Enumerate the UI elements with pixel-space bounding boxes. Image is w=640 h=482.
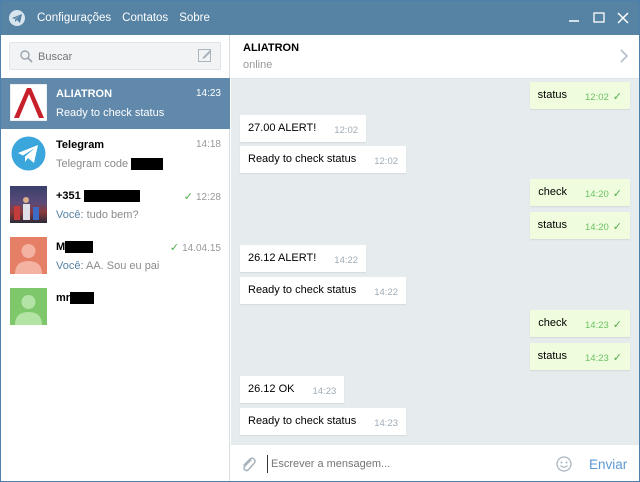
search-input[interactable]: [38, 48, 188, 66]
dialog-name: +351: [56, 190, 140, 203]
message-in: 26.12 OK 14:23: [240, 376, 345, 403]
menu-about[interactable]: Sobre: [179, 12, 210, 24]
message-input[interactable]: [267, 455, 537, 473]
dialog-telegram[interactable]: Telegram 14:18 Telegram code: [1, 129, 230, 180]
dialog-name: M: [56, 241, 94, 254]
message-composer: Enviar: [231, 444, 639, 481]
dialog-name: Telegram: [56, 139, 105, 151]
message-in: Ready to check status 14:23: [240, 408, 407, 435]
dialog-time: 14:18: [195, 139, 221, 150]
attach-icon[interactable]: [240, 455, 256, 476]
dialog-preview: Você: AA. Sou eu pai: [56, 260, 160, 272]
menu-contacts[interactable]: Contatos: [122, 12, 168, 24]
search-icon: [20, 50, 33, 66]
message-in: 27.00 ALERT! 12:02: [240, 115, 367, 142]
redaction: [70, 292, 95, 305]
read-check-icon: ✓: [612, 188, 622, 200]
peer-status: online: [243, 59, 273, 71]
photo-avatar: [10, 186, 47, 223]
dialog-aliatron[interactable]: ALIATRON 14:23 Ready to check status: [1, 78, 230, 129]
telegram-window: Configurações Contatos Sobre Buscar ALIA…: [0, 0, 640, 482]
message-in: Ready to check status 12:02: [240, 146, 407, 173]
dialog-preview: Ready to check status: [56, 107, 165, 119]
close-icon[interactable]: [615, 10, 631, 26]
dialog-list: ALIATRON 14:23 Ready to check status Tel…: [1, 78, 230, 333]
telegram-logo-icon: [9, 10, 25, 26]
message-out: status 14:20 ✓: [529, 212, 630, 239]
dialog-time: ✓ 14.04.15: [169, 242, 221, 254]
peer-name: ALIATRON: [243, 42, 300, 54]
message-out: status 12:02 ✓: [529, 82, 630, 109]
main-menu: Configurações Contatos Sobre: [37, 12, 221, 24]
read-check-icon: ✓: [612, 352, 622, 364]
dialog-time: ✓ 12:28: [183, 191, 221, 203]
send-button[interactable]: Enviar: [589, 457, 627, 472]
dialog-time: 14:23: [195, 88, 221, 99]
message-out: status 14:23 ✓: [529, 343, 630, 370]
chat-header[interactable]: ALIATRON online: [231, 35, 639, 79]
telegram-avatar: [10, 135, 47, 172]
emoji-icon[interactable]: [556, 456, 572, 475]
minimize-icon[interactable]: [566, 10, 582, 26]
search-box: [9, 42, 221, 70]
dialog-preview: Telegram code: [56, 158, 164, 171]
message-out: check 14:20 ✓: [530, 179, 630, 206]
user-avatar: [10, 288, 47, 325]
read-check-icon: ✓: [612, 221, 622, 233]
dialog-name: mr: [56, 292, 95, 305]
read-check-icon: ✓: [183, 191, 193, 203]
dialog-m[interactable]: M ✓ 14.04.15 Você: AA. Sou eu pai: [1, 231, 230, 282]
redaction: [65, 241, 94, 254]
dialog-351[interactable]: +351 ✓ 12:28 Você: tudo bem?: [1, 180, 230, 231]
menu-settings[interactable]: Configurações: [37, 12, 111, 24]
user-avatar: [10, 237, 47, 274]
message-in: Ready to check status 14:22: [240, 277, 407, 304]
message-out: check 14:23 ✓: [530, 310, 630, 337]
message-area: status 12:02 ✓ 27.00 ALERT! 12:02 Ready to …: [231, 79, 639, 444]
read-check-icon: ✓: [612, 319, 622, 331]
maximize-icon[interactable]: [591, 10, 607, 26]
dialogs-sidebar: ALIATRON 14:23 Ready to check status Tel…: [1, 35, 230, 481]
dialog-preview: Você: tudo bem?: [56, 209, 139, 221]
dialog-mr[interactable]: mr: [1, 282, 230, 333]
aliatron-avatar: [10, 84, 47, 121]
message-in: 26.12 ALERT! 14:22: [240, 245, 367, 272]
redaction: [131, 158, 164, 171]
dialog-name: ALIATRON: [56, 88, 113, 100]
compose-icon[interactable]: [198, 48, 212, 62]
read-check-icon: ✓: [169, 242, 180, 254]
redaction: [83, 190, 140, 203]
read-check-icon: ✓: [612, 91, 622, 103]
title-bar: Configurações Contatos Sobre: [1, 1, 639, 35]
chevron-right-icon[interactable]: [619, 49, 629, 66]
